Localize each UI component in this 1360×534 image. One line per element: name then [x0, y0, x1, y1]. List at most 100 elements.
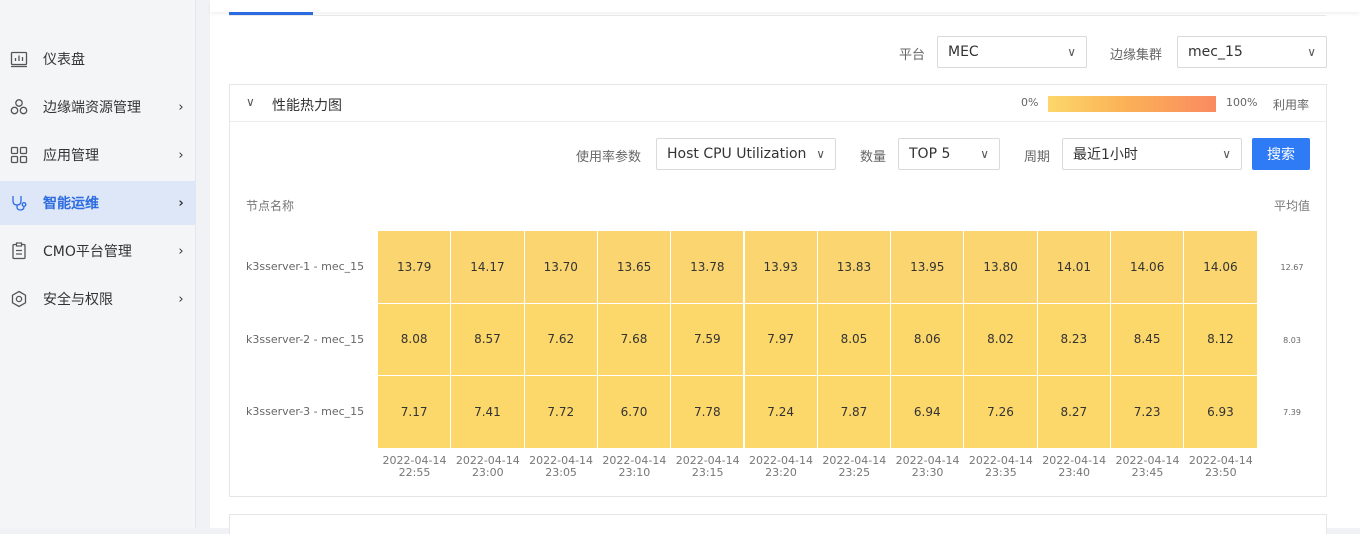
x-tick-time: 23:20 [765, 466, 797, 479]
next-panel [229, 514, 1327, 534]
sidebar-item-app-management[interactable]: 应用管理 › [0, 133, 196, 177]
cluster-select[interactable]: mec_15 ∨ [1177, 36, 1327, 68]
heatmap-cell[interactable]: 7.24 [744, 376, 817, 448]
chevron-down-icon: ∨ [1307, 45, 1316, 59]
heatmap-x-tick: 2022-04-14 23:00 [451, 455, 524, 479]
count-value: TOP 5 [909, 146, 951, 162]
heatmap-cell[interactable]: 8.27 [1037, 376, 1110, 448]
heatmap-cell[interactable]: 13.93 [744, 231, 817, 303]
count-select[interactable]: TOP 5 ∨ [898, 138, 1000, 170]
sidebar-item-cmo-platform[interactable]: CMO平台管理 › [0, 229, 196, 273]
sidebar-item-label: 边缘端资源管理 [43, 100, 141, 116]
platform-select[interactable]: MEC ∨ [937, 36, 1087, 68]
cluster-label: 边缘集群 [1110, 48, 1163, 63]
heatmap-cell[interactable]: 13.70 [524, 231, 597, 303]
chevron-right-icon: › [178, 243, 184, 259]
heatmap-cell[interactable]: 13.83 [817, 231, 891, 303]
sidebar-item-label: 应用管理 [43, 148, 99, 164]
chevron-right-icon: › [178, 195, 184, 211]
chevron-right-icon: › [178, 291, 184, 307]
period-select[interactable]: 最近1小时 ∨ [1062, 138, 1242, 170]
heatmap-cell[interactable]: 7.41 [451, 376, 524, 448]
heatmap-row-average: 8.03 [1283, 335, 1301, 345]
average-header: 平均值 [1274, 199, 1311, 213]
sidebar-item-intelligent-ops[interactable]: 智能运维 › [0, 181, 196, 225]
chevron-down-icon: ∨ [1222, 147, 1231, 161]
chevron-right-icon: › [178, 147, 184, 163]
heatmap-cell[interactable]: 7.97 [744, 303, 817, 375]
collapse-chevron-icon[interactable]: ∨ [246, 95, 255, 109]
chevron-right-icon: › [178, 99, 184, 115]
heatmap-row-label: k3sserver-2 - mec_15 [246, 332, 365, 346]
heatmap-cell[interactable]: 7.62 [524, 303, 597, 375]
chevron-down-icon: ∨ [980, 147, 989, 161]
heatmap-cell[interactable]: 14.06 [1111, 231, 1184, 303]
period-value: 最近1小时 [1073, 147, 1138, 163]
heatmap-x-tick: 2022-04-14 23:05 [525, 455, 598, 479]
heatmap-x-tick: 2022-04-14 23:25 [818, 455, 891, 479]
x-tick-time: 23:15 [691, 466, 724, 479]
panel-title: 性能热力图 [272, 98, 342, 114]
sidebar-item-label: 安全与权限 [43, 292, 113, 308]
heatmap-cell[interactable]: 8.45 [1111, 303, 1184, 375]
metric-select[interactable]: Host CPU Utilization ∨ [656, 138, 836, 170]
heatmap-cell[interactable]: 13.79 [378, 231, 451, 303]
heatmap-cell[interactable]: 8.02 [964, 303, 1037, 375]
x-tick-time: 23:40 [1058, 466, 1091, 479]
sidebar-item-label: 仪表盘 [43, 52, 85, 68]
x-tick-time: 22:55 [398, 466, 431, 479]
heatmap-x-tick: 2022-04-14 23:10 [598, 455, 671, 479]
heatmap-cell[interactable]: 13.65 [597, 231, 671, 303]
heatmap-row-average: 12.67 [1280, 263, 1304, 272]
search-button[interactable]: 搜索 [1252, 138, 1310, 170]
clipboard-icon [10, 242, 28, 260]
legend-gradient [1048, 96, 1216, 112]
count-label: 数量 [860, 150, 887, 165]
heatmap-cell[interactable]: 7.68 [597, 303, 671, 375]
heatmap-row-label: k3sserver-3 - mec_15 [246, 405, 365, 418]
heatmap-row-label: k3sserver-1 - mec_15 [246, 260, 365, 273]
metric-value: Host CPU Utilization [667, 146, 807, 162]
heatmap-cell[interactable]: 13.95 [891, 231, 964, 303]
heatmap-cell[interactable]: 7.87 [817, 376, 891, 448]
heatmap-cell[interactable]: 7.26 [964, 376, 1037, 448]
x-tick-time: 23:45 [1131, 466, 1164, 479]
heatmap-cell[interactable]: 13.78 [671, 231, 744, 303]
heatmap-cell[interactable]: 14.06 [1184, 231, 1257, 303]
heatmap-cell[interactable]: 14.17 [451, 231, 524, 303]
nodes-icon [10, 98, 28, 116]
stethoscope-icon [10, 194, 28, 212]
x-tick-time: 23:50 [1204, 466, 1237, 479]
x-tick-time: 23:30 [911, 466, 944, 479]
heatmap-cell[interactable]: 8.57 [451, 303, 524, 375]
cluster-value: mec_15 [1188, 44, 1243, 60]
heatmap-cell[interactable]: 8.23 [1037, 303, 1110, 375]
main-content: 平台 MEC ∨ 边缘集群 mec_15 ∨ ∨ 性能热力图 0% 100% 利… [210, 0, 1360, 534]
heatmap-cell[interactable]: 7.23 [1111, 376, 1184, 448]
heatmap-cell[interactable]: 14.01 [1037, 231, 1110, 303]
heatmap-cell[interactable]: 6.93 [1184, 376, 1257, 448]
heatmap-x-tick: 2022-04-14 23:40 [1038, 455, 1111, 479]
node-name-header: 节点名称 [246, 199, 295, 213]
legend-min: 0% [1021, 96, 1039, 109]
tab-divider [229, 15, 1326, 16]
sidebar-item-edge-resources[interactable]: 边缘端资源管理 › [0, 85, 196, 129]
heatmap-cell[interactable]: 7.72 [524, 376, 597, 448]
panel-header[interactable]: ∨ 性能热力图 0% 100% 利用率 [230, 85, 1326, 122]
heatmap-cell[interactable]: 7.78 [671, 376, 744, 448]
apps-grid-icon [10, 146, 28, 164]
heatmap-cell[interactable]: 7.59 [671, 303, 744, 375]
heatmap-cell[interactable]: 13.80 [964, 231, 1037, 303]
heatmap-cell[interactable]: 8.08 [378, 303, 451, 375]
heatmap-cell[interactable]: 8.12 [1184, 303, 1257, 375]
heatmap-x-tick: 2022-04-14 23:50 [1184, 455, 1257, 479]
heatmap-cell[interactable]: 8.05 [817, 303, 891, 375]
heatmap-cell[interactable]: 8.06 [891, 303, 964, 375]
platform-label: 平台 [899, 48, 926, 63]
heatmap-cell[interactable]: 6.70 [597, 376, 671, 448]
sidebar-item-dashboard[interactable]: 仪表盘 [0, 37, 196, 81]
heatmap-cell[interactable]: 7.17 [378, 376, 451, 448]
heatmap-x-tick: 2022-04-14 23:35 [964, 455, 1037, 479]
heatmap-cell[interactable]: 6.94 [891, 376, 964, 448]
sidebar-item-security[interactable]: 安全与权限 › [0, 277, 196, 321]
